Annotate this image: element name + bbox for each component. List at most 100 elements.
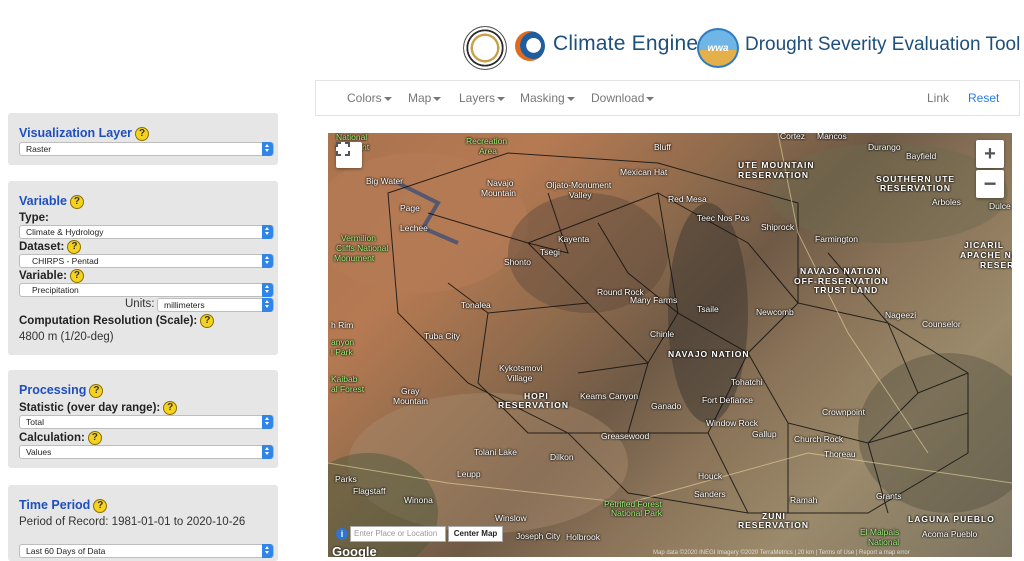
map-label: Mountain [393,396,428,406]
type-select[interactable]: Climate & Hydrology [19,225,274,239]
map-label: Many Farms [630,295,678,305]
map-label: Grants [876,491,902,501]
select-arrows-icon [262,298,273,312]
dataset-select-value: CHIRPS - Pentad [32,256,99,266]
wwa-logo-text: wwa [707,42,729,54]
map-label: Crownpoint [822,407,865,417]
select-arrows-icon [262,283,273,297]
map-label: Farmington [815,234,858,244]
map-label: National [336,133,368,142]
help-icon[interactable]: ? [93,498,108,513]
chevron-down-icon [646,96,655,101]
help-icon[interactable]: ? [89,383,104,398]
info-icon[interactable]: i [336,528,348,540]
visualization-select[interactable]: Raster [19,142,274,156]
plus-icon: + [984,142,996,165]
map-label: Gallup [752,429,777,439]
nav-layers[interactable]: Layers [459,91,506,105]
map-label: Ganado [651,401,682,411]
statistic-label-text: Statistic (over day range): [19,402,161,415]
nav-masking-label: Masking [520,91,565,105]
processing-title: Processing? [19,383,104,398]
map-label: Village [507,373,533,383]
map-attribution[interactable]: Map data ©2020 INEGI Imagery ©2020 Terra… [653,550,910,556]
nav-link[interactable]: Link [927,91,949,105]
zoom-out-button[interactable]: − [976,170,1004,198]
map-label: Recreation [466,136,508,146]
resolution-label: Computation Resolution (Scale):? [19,314,215,328]
nav-masking[interactable]: Masking [520,91,575,105]
map-label: Sanders [694,489,726,499]
map-label: Winslow [495,513,527,523]
chevron-down-icon [383,96,392,101]
map-label: RESERVATION [738,170,809,180]
select-arrows-icon [262,415,273,429]
dataset-select[interactable]: CHIRPS - Pentad [19,254,274,268]
map-label: Durango [868,142,901,152]
calculation-label-text: Calculation: [19,432,85,445]
nav-download-label: Download [591,91,645,105]
map-label: Shonto [504,257,531,267]
map-label: Counselor [922,319,961,329]
help-icon[interactable]: ? [67,240,82,254]
dataset-label-text: Dataset: [19,241,65,254]
processing-panel: Processing? Statistic (over day range):?… [8,370,278,468]
map-label: National Park [611,508,663,518]
units-label: Units: [125,298,155,310]
center-map-button[interactable]: Center Map [448,526,503,542]
map[interactable]: National onument Recreation Area Bluff C… [328,133,1012,557]
variable-label: Variable:? [19,269,84,283]
map-label: National [868,537,900,547]
help-icon[interactable]: ? [69,194,84,209]
units-select[interactable]: millimeters [157,298,274,312]
navajo-nation-seal-logo [463,26,507,70]
location-search-input[interactable]: Enter Place or Location [350,526,446,542]
statistic-select[interactable]: Total [19,415,274,429]
nav-colors[interactable]: Colors [347,91,392,105]
dset-title: Drought Severity Evaluation Tool [745,34,1021,55]
time-period-title-text: Time Period [19,498,91,512]
map-label: Cliffs National [336,243,389,253]
help-icon[interactable]: ? [87,431,102,445]
map-label: Page [400,203,420,213]
map-label: Leupp [457,469,481,479]
map-label: Mexican Hat [620,167,668,177]
nav-map[interactable]: Map [408,91,442,105]
map-label: RESERVATION [738,520,809,530]
map-label: Keams Canyon [580,391,639,401]
help-icon[interactable]: ? [163,401,178,415]
map-label: Big Water [366,176,404,186]
map-label: NAVAJO NATION [800,266,882,276]
help-icon[interactable]: ? [69,269,84,283]
calculation-select-value: Values [26,447,52,457]
fullscreen-icon [336,142,350,156]
map-label: JICARIL [964,240,1005,250]
variable-label-text: Variable: [19,270,67,283]
map-label: Tsegi [540,247,560,257]
calculation-label: Calculation:? [19,431,102,445]
nav-map-label: Map [408,91,432,105]
chevron-down-icon [497,96,506,101]
fullscreen-button[interactable] [336,142,362,168]
map-label: anyon [331,337,355,347]
calculation-select[interactable]: Values [19,445,274,459]
map-label: Winona [404,495,433,505]
map-label: Acoma Pueblo [922,529,978,539]
map-label: Kaibab [331,374,358,384]
map-label: Cortez [780,133,806,141]
variable-select-value: Precipitation [32,285,79,295]
zoom-in-button[interactable]: + [976,140,1004,168]
map-label: Lechee [400,223,428,233]
google-logo: Google [332,544,377,557]
processing-title-text: Processing [19,383,87,397]
nav-download[interactable]: Download [591,91,655,105]
resolution-label-text: Computation Resolution (Scale): [19,315,198,328]
variable-select[interactable]: Precipitation [19,283,274,297]
resolution-value: 4800 m (1/20-deg) [19,331,114,343]
map-label: Arboles [932,197,961,207]
reset-button[interactable]: Reset [968,91,999,105]
map-label: Red Mesa [668,194,707,204]
help-icon[interactable]: ? [200,314,215,328]
time-period-select[interactable]: Last 60 Days of Data [19,544,274,558]
help-icon[interactable]: ? [135,126,150,141]
